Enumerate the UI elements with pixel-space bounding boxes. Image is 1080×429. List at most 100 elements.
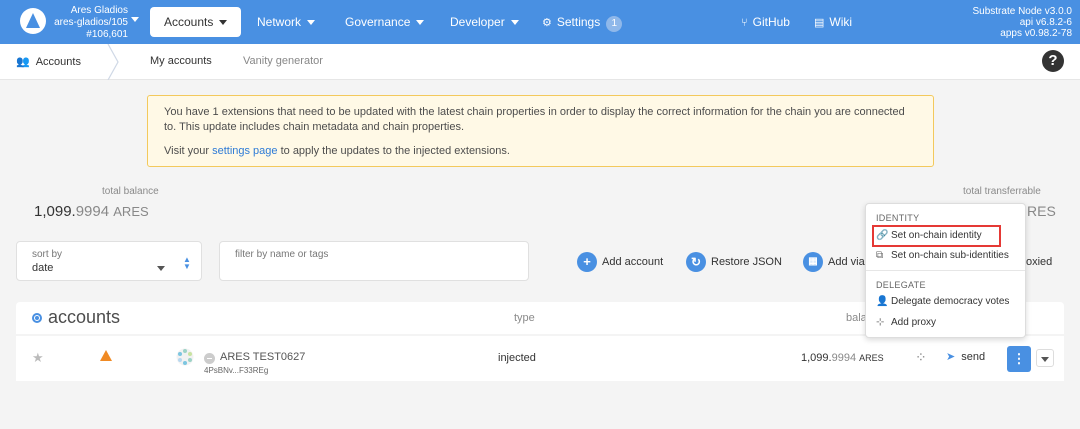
nav-developer[interactable]: Developer	[450, 7, 519, 37]
nav-accounts-label: Accounts	[164, 15, 214, 29]
sort-label: sort by	[32, 249, 63, 260]
plus-icon: +	[577, 252, 597, 273]
object-group-icon: ⧉	[876, 250, 884, 261]
warning-text: You have 1 extensions that need to be up…	[164, 106, 905, 133]
breadcrumb-separator	[107, 44, 119, 80]
nav-accounts[interactable]: Accounts	[150, 7, 242, 37]
row-balance-decimal: 9994	[831, 352, 857, 364]
menu-item-delegate-votes[interactable]: 👤 Delegate democracy votes	[876, 294, 1009, 310]
users-icon: 👥	[16, 56, 30, 68]
nav-github[interactable]: ⑂ GitHub	[741, 7, 790, 37]
nav-wiki[interactable]: ▤ Wiki	[814, 7, 852, 37]
link-icon: 🔗	[876, 230, 889, 241]
network-icon[interactable]: ⁘	[915, 349, 927, 366]
chain-selector[interactable]: Ares Gladios ares-gladios/105 #106,601	[52, 5, 128, 41]
paper-plane-icon: ➤	[946, 351, 956, 363]
menu-item-add-proxy[interactable]: ⊹ Add proxy	[876, 315, 936, 331]
restore-json-label: Restore JSON	[711, 256, 782, 268]
tab-vanity-generator[interactable]: Vanity generator	[243, 55, 323, 67]
account-balance: 1,099.9994 ARES	[801, 352, 884, 364]
sort-value: date	[32, 262, 54, 274]
warning-action-text: Visit your settings page to apply the up…	[164, 144, 917, 159]
restore-json-button[interactable]: ↻ Restore JSON	[686, 252, 782, 273]
chevron-down-icon	[510, 20, 519, 26]
set-sub-identities-label: Set on-chain sub-identities	[891, 250, 1009, 261]
chevron-down-icon	[157, 266, 165, 271]
chevron-down-icon	[1041, 357, 1049, 362]
sync-icon: ↻	[686, 252, 706, 273]
send-label: send	[961, 351, 986, 363]
apps-version: apps v0.98.2-78	[1000, 28, 1072, 39]
filter-label: filter by name or tags	[235, 249, 329, 260]
chain-logo-icon[interactable]	[20, 8, 46, 34]
qrcode-icon: ▦	[803, 252, 823, 273]
add-via-qr-button[interactable]: ▦ Add via	[803, 252, 865, 273]
chain-name: Ares Gladios	[70, 5, 128, 16]
menu-item-set-identity[interactable]: 🔗 Set on-chain identity	[876, 228, 982, 244]
tab-my-accounts[interactable]: My accounts	[150, 55, 212, 67]
add-account-button[interactable]: + Add account	[577, 252, 664, 273]
nav-settings[interactable]: ⚙ Settings 1	[542, 7, 623, 37]
identicon-icon[interactable]	[176, 348, 194, 366]
section-label: 👥 Accounts	[16, 55, 81, 68]
filter-input[interactable]: filter by name or tags	[219, 241, 529, 281]
sub-navigation-bar: 👥 Accounts My accounts Vanity generator ?	[0, 44, 1080, 80]
chevron-down-icon	[416, 20, 425, 26]
section-title: Accounts	[35, 56, 81, 68]
add-account-label: Add account	[602, 256, 664, 268]
star-icon[interactable]: ★	[32, 350, 44, 366]
total-transferrable-label: total transferrable	[963, 186, 1041, 197]
nav-settings-label: Settings	[556, 15, 601, 29]
accounts-title: accounts	[48, 307, 121, 327]
account-actions-menu: IDENTITY 🔗 Set on-chain identity ⧉ Set on-…	[865, 203, 1026, 338]
api-version: api v6.8.2-6	[1019, 17, 1072, 28]
menu-item-set-sub-identities[interactable]: ⧉ Set on-chain sub-identities	[876, 248, 1009, 264]
column-type-header: type	[514, 312, 535, 324]
account-type: injected	[498, 352, 536, 364]
top-navigation-bar: Ares Gladios ares-gladios/105 #106,601 A…	[0, 0, 1080, 44]
proxied-button[interactable]: oxied	[1026, 252, 1052, 272]
chain-id: ares-gladios/105	[54, 17, 128, 28]
table-row: ★ ARES TEST0627 4PsBNv...F33REg injected…	[16, 336, 1064, 381]
send-button[interactable]: ➤ send	[946, 350, 985, 363]
account-name[interactable]: ARES TEST0627	[220, 351, 305, 363]
warning-icon	[100, 350, 112, 361]
version-info: Substrate Node v3.0.0 api v6.8.2-6 apps …	[972, 6, 1072, 39]
nav-network[interactable]: Network	[257, 7, 316, 37]
accounts-dot-icon	[32, 313, 42, 323]
sort-direction-icon[interactable]: ▲ ▼	[183, 256, 191, 271]
balance-integer: 1,099.	[34, 203, 76, 220]
total-transferrable-value: RES	[1027, 203, 1056, 219]
menu-divider	[866, 270, 1025, 271]
settings-page-link[interactable]: settings page	[212, 145, 277, 157]
node-version: Substrate Node v3.0.0	[972, 6, 1072, 17]
nav-governance[interactable]: Governance	[345, 7, 425, 37]
balance-unit: ARES	[113, 204, 149, 219]
nav-github-label: GitHub	[752, 15, 790, 29]
chevron-down-icon	[307, 20, 316, 26]
help-icon[interactable]: ?	[1042, 50, 1064, 72]
row-balance-unit: ARES	[859, 353, 884, 363]
gears-icon: ⚙	[542, 17, 552, 29]
menu-header-identity: IDENTITY	[876, 213, 920, 223]
column-balance-header: bala	[846, 312, 867, 324]
add-proxy-label: Add proxy	[891, 317, 937, 328]
sort-dropdown[interactable]: sort by date ▲ ▼	[16, 241, 202, 281]
nav-network-label: Network	[257, 15, 302, 29]
code-branch-icon: ⑂	[741, 17, 748, 29]
set-identity-label: Set on-chain identity	[891, 230, 982, 241]
total-balance-value: 1,099.9994 ARES	[34, 203, 149, 220]
expand-row-button[interactable]	[1036, 349, 1054, 367]
nav-wiki-label: Wiki	[829, 15, 853, 29]
chevron-down-icon[interactable]	[131, 17, 139, 22]
more-actions-button[interactable]: ⋮	[1007, 346, 1031, 372]
balance-decimal: 9994	[75, 203, 110, 220]
chevron-down-icon	[219, 20, 228, 26]
block-number: #106,601	[86, 29, 128, 40]
settings-badge: 1	[606, 16, 623, 32]
user-plus-icon: 👤	[876, 296, 889, 307]
nav-governance-label: Governance	[345, 15, 411, 29]
book-icon: ▤	[814, 17, 825, 29]
menu-header-delegate: DELEGATE	[876, 280, 926, 290]
row-balance-integer: 1,099.	[801, 352, 832, 364]
